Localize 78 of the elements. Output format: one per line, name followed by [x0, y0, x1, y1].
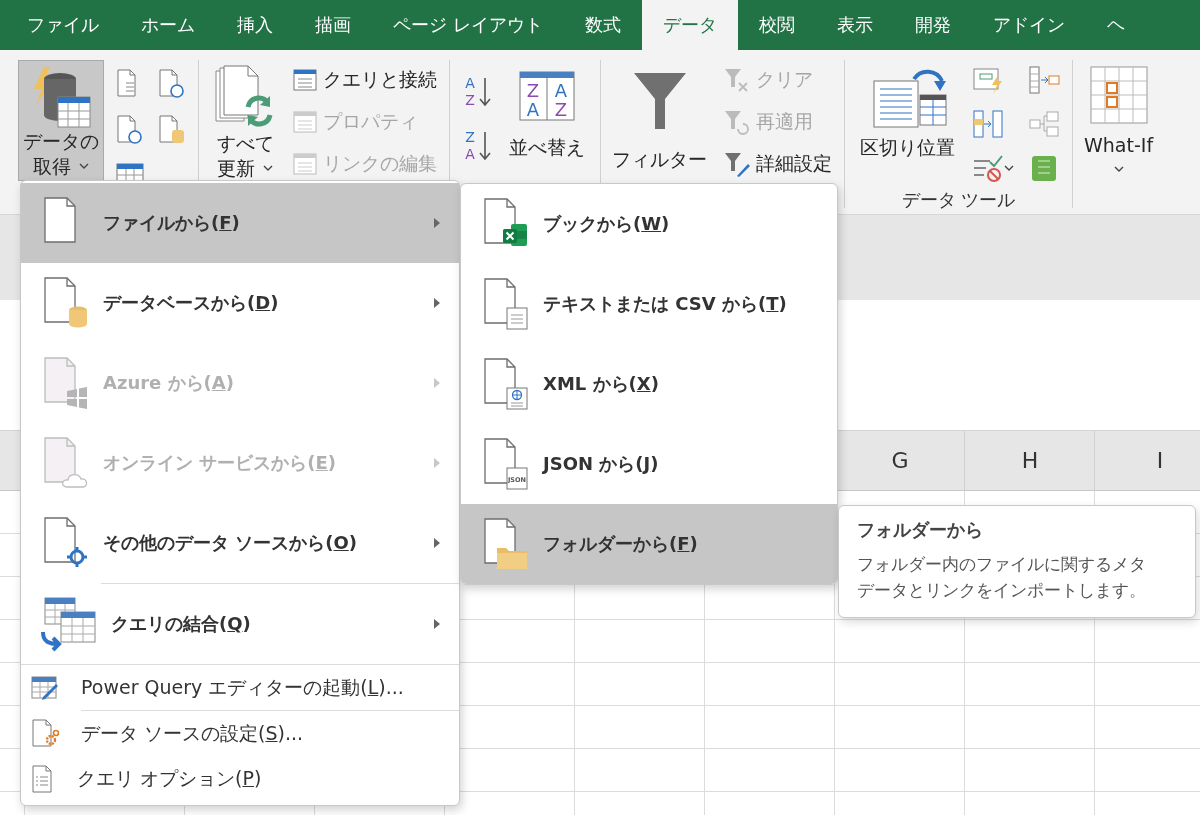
ribbon-tab[interactable]: 開発	[893, 0, 972, 50]
menu-item-label: クエリの結合(Q)	[111, 612, 251, 636]
folder-document-icon	[481, 518, 529, 570]
menu-item[interactable]: クエリ オプション(P)	[21, 756, 459, 801]
column-header[interactable]: H	[965, 431, 1095, 490]
ribbon-tab[interactable]: ホーム	[120, 0, 216, 50]
refresh-all-button[interactable]: すべて 更新	[209, 60, 281, 184]
menu-item[interactable]: その他のデータ ソースから(O)	[21, 503, 459, 583]
cloud-document-icon	[41, 437, 89, 489]
json-document-icon	[484, 438, 528, 490]
menu-item[interactable]: Power Query エディターの起動(L)...	[21, 665, 459, 710]
advanced-filter-icon	[724, 151, 750, 177]
columns-arrow-icon[interactable]	[972, 109, 1004, 139]
menu-item[interactable]: フォルダーから(F)	[461, 504, 837, 584]
list-icon	[293, 110, 317, 134]
caret-icon	[79, 162, 89, 170]
what-if-icon	[1088, 65, 1149, 125]
caret-icon	[1113, 165, 1124, 173]
windows-document-icon	[41, 357, 89, 409]
ribbon-tab[interactable]: 校閲	[737, 0, 816, 50]
combine-tables-icon	[41, 596, 97, 652]
menu-item[interactable]: クエリの結合(Q)	[21, 584, 459, 664]
text-to-columns-button[interactable]: 区切り位置	[855, 60, 960, 163]
menu-item[interactable]: テキストまたは CSV から(T)	[461, 264, 837, 344]
menu-item[interactable]: XML から(X)	[461, 344, 837, 424]
ribbon-tab[interactable]: 挿入	[216, 0, 294, 50]
sort-button[interactable]: Z A A Z 並べ替え	[504, 60, 590, 163]
flash-fill-icon[interactable]	[972, 65, 1004, 95]
tooltip-title: フォルダーから	[857, 518, 984, 542]
menu-item[interactable]: ブックから(W)	[461, 184, 837, 264]
menu-item-label: フォルダーから(F)	[543, 532, 698, 556]
web-document-icon	[481, 358, 529, 410]
filter-icon	[631, 71, 688, 131]
get-data-button[interactable]: データの 取得	[18, 60, 104, 182]
ribbon-tab[interactable]: ファイル	[6, 0, 120, 50]
ribbon-tab[interactable]: 描画	[294, 0, 372, 50]
menu-item-label: その他のデータ ソースから(O)	[103, 531, 358, 555]
menu-item-label: Power Query エディターの起動(L)...	[81, 674, 404, 700]
column-header[interactable]: G	[835, 431, 965, 490]
what-if-button[interactable]: What-If	[1079, 60, 1159, 176]
gear-document-icon	[31, 718, 59, 749]
database-document-icon	[41, 277, 89, 329]
menu-item-label: Azure から(A)	[103, 371, 234, 395]
ribbon-tab[interactable]: 表示	[815, 0, 894, 50]
caret-icon	[1004, 164, 1014, 172]
menu-item-label: データベースから(D)	[103, 291, 279, 315]
group-label: データ ツール	[901, 188, 1016, 212]
menu-item-label: ファイルから(F)	[103, 211, 240, 235]
clear-filter-icon	[724, 67, 750, 93]
menu-item-label: XML から(X)	[543, 372, 659, 396]
ribbon-command[interactable]: 詳細設定	[722, 144, 834, 184]
filter-button[interactable]: フィルター	[607, 60, 712, 175]
connector-document-icon	[41, 517, 89, 569]
ribbon-tab[interactable]: 数式	[563, 0, 642, 50]
reapply-filter-icon	[724, 109, 750, 135]
menu-item-label: JSON から(J)	[543, 452, 659, 476]
menu-item-label: データ ソースの設定(S)...	[81, 720, 304, 746]
menu-item[interactable]: ファイルから(F)	[21, 183, 459, 263]
menu-item-label: テキストまたは CSV から(T)	[543, 292, 787, 316]
menu-item-label: ブックから(W)	[543, 212, 670, 236]
menu-item-label: オンライン サービスから(E)	[103, 451, 337, 475]
table-edit-icon	[31, 674, 59, 701]
caret-icon	[263, 164, 273, 172]
panel-icon	[293, 68, 317, 92]
tooltip-text: フォルダー内のファイルに関するメタデータとリンクをインポートします。	[857, 553, 1147, 602]
validation-icon[interactable]	[972, 153, 1004, 183]
ribbon-tab[interactable]: ページ レイアウト	[372, 0, 564, 50]
menu-item[interactable]: データベースから(D)	[21, 263, 459, 343]
ribbon-tab[interactable]: ヘ	[1085, 0, 1146, 50]
list-document-icon	[31, 764, 55, 793]
ribbon-tab[interactable]: データ	[641, 0, 738, 50]
ribbon-tab[interactable]: アドイン	[971, 0, 1086, 50]
ribbon-command[interactable]: クエリと接続	[291, 60, 439, 100]
menu-item[interactable]: データ ソースの設定(S)...	[21, 711, 459, 756]
menu-item-label: クエリ オプション(P)	[77, 765, 262, 791]
text-document-icon	[481, 278, 529, 330]
sort-grid-icon: Z A A Z	[519, 71, 575, 121]
column-header[interactable]: I	[1095, 431, 1200, 490]
